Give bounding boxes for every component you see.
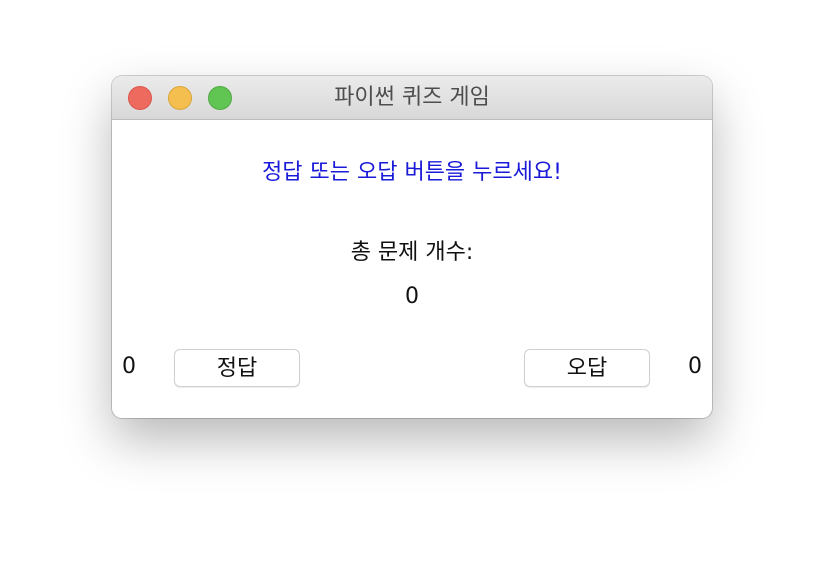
wrong-count: 0 [688,354,702,379]
title-bar[interactable]: 파이썬 퀴즈 게임 [112,76,712,120]
total-questions-value: 0 [405,284,419,309]
wrong-button[interactable]: 오답 [524,349,650,387]
window-title: 파이썬 퀴즈 게임 [334,85,490,110]
instruction-text: 정답 또는 오답 버튼을 누르세요! [262,160,562,185]
correct-button[interactable]: 정답 [174,349,300,387]
app-window: 파이썬 퀴즈 게임 정답 또는 오답 버튼을 누르세요! 총 문제 개수: 0 … [112,76,712,418]
quiz-content: 정답 또는 오답 버튼을 누르세요! 총 문제 개수: 0 0 정답 오답 0 [112,120,712,418]
correct-count: 0 [122,354,136,379]
total-questions-label: 총 문제 개수: [350,240,474,265]
